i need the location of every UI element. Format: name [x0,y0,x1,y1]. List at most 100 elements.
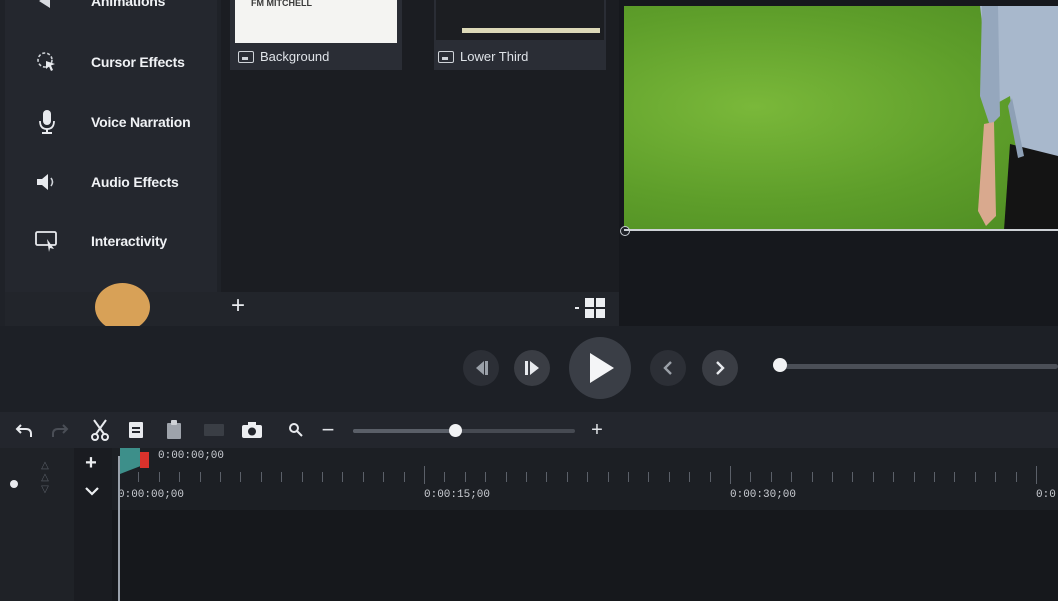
scrubber-track[interactable] [780,364,1058,369]
ruler-tick [220,472,221,482]
tools-sidebar: Animations Cursor Effects Voice Narratio… [5,0,217,292]
sidebar-item-voice-narration[interactable]: Voice Narration [5,99,217,145]
media-thumbnail [436,0,604,40]
image-icon [438,50,454,63]
collapse-tracks-button[interactable] [84,484,100,496]
microphone-icon [33,108,61,136]
ruler-tick [791,472,793,482]
sidebar-item-label: Cursor Effects [91,54,185,70]
ruler-tick [934,472,935,482]
group-button[interactable] [202,418,226,442]
magnifier-icon [289,423,303,437]
zoom-out-button[interactable]: − [316,417,340,442]
next-marker-button[interactable] [702,350,738,386]
ruler-tick [526,472,527,482]
ruler-tick [587,472,589,482]
speaker-icon [33,168,61,196]
ruler-label: 0:00:30;00 [730,489,797,501]
ruler-tick [179,472,181,482]
playhead-time: 0:00:00;00 [158,450,225,462]
ruler-tick [852,472,854,482]
step-forward-button[interactable] [514,350,550,386]
scissors-icon [91,419,109,441]
scrubber-handle[interactable] [773,358,787,372]
ruler-tick [995,472,997,482]
playhead-out-marker[interactable] [140,452,149,468]
animations-icon [33,0,61,15]
ruler-tick [974,472,976,482]
step-forward-icon [525,361,539,375]
media-thumbnail: FM MITCHELL [235,0,397,43]
ruler-tick [709,472,711,482]
ruler-tick [628,472,629,482]
ruler-tick [546,472,548,482]
timeline-ruler[interactable] [112,448,1058,510]
add-track-button[interactable]: + [82,452,100,474]
media-item-background[interactable]: FM MITCHELL Background [230,0,402,70]
export-frame-button[interactable] [240,418,264,442]
ruler-label: 0:0 [1036,489,1056,501]
play-icon [590,353,614,383]
ruler-label: 0:00:15;00 [424,489,491,501]
ruler-tick [832,472,833,482]
sidebar-item-interactivity[interactable]: Interactivity [5,218,217,264]
group-icon [204,424,224,436]
zoom-slider-fill [353,429,456,433]
ruler-label: 0:00:00;00 [118,489,185,501]
undo-icon [15,424,32,437]
media-bin: FM MITCHELL Background Lower Third [221,0,619,292]
interactivity-icon [33,227,61,255]
ruler-tick [403,472,405,482]
ruler-tick [872,472,874,482]
ruler-tick [648,472,650,482]
cursor-highlight [95,283,150,331]
paste-button[interactable] [162,418,186,442]
ruler-tick [811,472,813,482]
ruler-tick [1036,466,1037,484]
ruler-tick [240,472,242,482]
copy-button[interactable] [124,418,148,442]
ruler-tick [730,466,731,484]
timeline-tracks[interactable] [112,510,1058,601]
cursor-effects-icon [33,48,61,76]
cut-button[interactable] [88,418,112,442]
play-button[interactable] [569,337,631,399]
media-item-lower-third[interactable]: Lower Third [434,0,606,70]
previous-marker-button[interactable] [650,350,686,386]
redo-button[interactable] [48,418,72,442]
sidebar-item-label: Interactivity [91,233,167,249]
chevron-down-icon [85,487,99,496]
add-media-button[interactable]: + [227,293,249,319]
sidebar-item-cursor-effects[interactable]: Cursor Effects [5,39,217,85]
zoom-in-button[interactable]: + [585,418,609,442]
canvas-resize-handle[interactable] [620,226,630,236]
chevron-right-icon [716,361,725,375]
ruler-tick [138,472,140,482]
lock-track-icon[interactable]: △ △ ▽ [38,460,52,500]
sidebar-item-label: Animations [91,0,166,9]
grid-view-icon [575,298,605,318]
ruler-tick [607,472,609,482]
undo-button[interactable] [12,418,36,442]
presenter-figure [972,6,1058,230]
ruler-tick [566,472,568,482]
playhead-line [118,456,120,601]
track-indicator [10,480,18,488]
ruler-tick [322,472,323,482]
ruler-tick [260,472,262,482]
ruler-tick [158,472,160,482]
step-back-button[interactable] [463,350,499,386]
sidebar-item-audio-effects[interactable]: Audio Effects [5,159,217,205]
media-item-label: Lower Third [460,49,529,64]
redo-icon [52,424,69,437]
zoom-button[interactable] [284,418,308,442]
ruler-tick [362,472,364,482]
ruler-tick [893,472,895,482]
sidebar-item-label: Voice Narration [91,114,191,130]
sidebar-item-animations[interactable]: Animations [5,0,217,24]
ruler-tick [750,472,752,482]
paste-icon [167,420,181,439]
ruler-tick [689,472,691,482]
step-back-icon [476,361,488,375]
grid-view-button[interactable] [573,296,609,320]
